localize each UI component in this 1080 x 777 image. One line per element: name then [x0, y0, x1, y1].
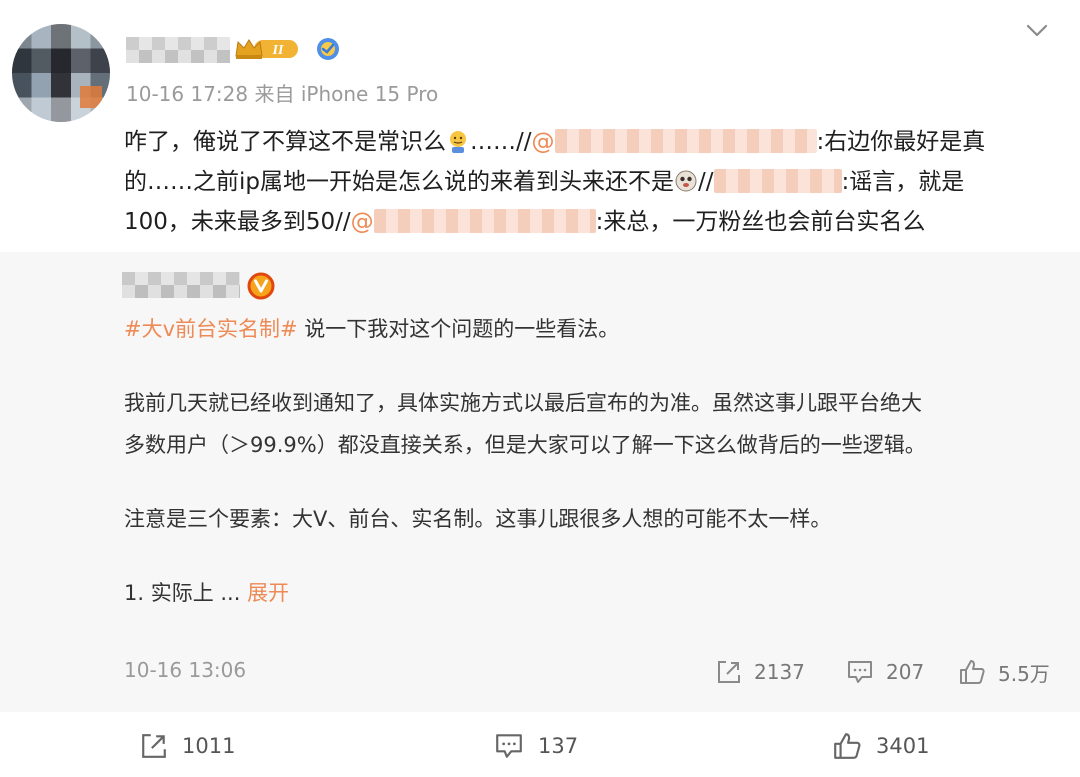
original-line: 多数用户（＞99.9%）都没直接关系，但是大家可以了解一下这么做背后的一些逻辑。: [124, 433, 926, 457]
comment-icon: [496, 734, 522, 758]
orange-v-icon: [247, 272, 275, 300]
original-repost-button[interactable]: 2137: [716, 654, 805, 690]
repost-text-segment: //: [698, 169, 714, 195]
repost-line: 咋了，俺说了不算这不是常识么 ……//@:右边你最好是真: [124, 122, 1054, 162]
emoji-doge-icon: [675, 170, 697, 192]
original-text: 1. 实际上 ...: [124, 581, 248, 605]
original-line: 我前几天就已经收到通知了，具体实施方式以最后宣布的为准。虽然这事儿跟平台绝大: [124, 391, 922, 415]
original-text: 说一下我对这个问题的一些看法。: [297, 317, 620, 341]
username-redacted[interactable]: [126, 37, 230, 63]
repost-line: 100，未来最多到50//@:来总，一万粉丝也会前台实名么: [124, 202, 1054, 242]
comment-icon: [848, 661, 872, 683]
original-line: 注意是三个要素：大V、前台、实名制。这事儿跟很多人想的可能不太一样。: [124, 507, 832, 531]
chevron-down-icon[interactable]: [1026, 24, 1048, 38]
original-line: 1. 实际上 ... 展开: [124, 572, 1054, 614]
like-button[interactable]: 3401: [832, 728, 929, 764]
vip-crown-icon[interactable]: II: [234, 37, 300, 61]
repost-icon: [142, 734, 166, 758]
original-post-card[interactable]: #大v前台实名制# 说一下我对这个问题的一些看法。 我前几天就已经收到通知了，具…: [0, 252, 1080, 712]
comment-count: 137: [538, 734, 579, 758]
avatar[interactable]: [12, 24, 110, 122]
repost-text: 咋了，俺说了不算这不是常识么 ……//@:右边你最好是真 的……之前ip属地一开始…: [124, 122, 1054, 242]
original-comment-button[interactable]: 207: [846, 654, 924, 690]
original-line: #大v前台实名制# 说一下我对这个问题的一些看法。: [124, 308, 1054, 350]
post-action-bar: 1011 137 3401: [0, 712, 1080, 777]
vip-level-text: II: [272, 43, 284, 58]
like-icon: [834, 733, 861, 759]
expand-link[interactable]: 展开: [247, 581, 289, 605]
mention-redacted[interactable]: @: [351, 209, 596, 235]
repost-text-segment: ……//: [470, 129, 532, 155]
repost-line: 的……之前ip属地一开始是怎么说的来着到头来还不是 // :谣言，就是: [124, 162, 1054, 202]
original-post-time: 10-16 13:06: [124, 658, 247, 682]
mention-redacted[interactable]: [713, 169, 842, 195]
hashtag-link[interactable]: #大v前台实名制#: [124, 317, 298, 341]
verified-icon: [317, 38, 339, 60]
like-count: 5.5万: [998, 661, 1050, 686]
repost-button[interactable]: 1011: [140, 728, 235, 764]
repost-text-segment: :谣言，就是: [841, 169, 965, 195]
original-post-body: #大v前台实名制# 说一下我对这个问题的一些看法。 我前几天就已经收到通知了，具…: [124, 308, 1054, 614]
repost-text-segment: 100，未来最多到50//: [124, 209, 351, 235]
post-header: II 10-16 17:28 来自 iPhone 15 Pro: [0, 0, 1080, 122]
repost-count: 1011: [182, 734, 236, 758]
mention-redacted[interactable]: @: [532, 129, 817, 155]
repost-icon: [718, 661, 740, 683]
repost-text-segment: :右边你最好是真: [816, 129, 986, 155]
original-author-redacted[interactable]: [122, 272, 240, 298]
repost-text-segment: 的……之前ip属地一开始是怎么说的来着到头来还不是: [124, 169, 674, 195]
repost-count: 2137: [754, 660, 805, 684]
original-like-button[interactable]: 5.5万: [958, 654, 1050, 690]
original-post-footer: 10-16 13:06 2137 207 5.5万: [124, 654, 1054, 690]
comment-count: 207: [886, 660, 925, 684]
emoji-shrug-icon: [450, 131, 466, 153]
repost-text-segment: 咋了，俺说了不算这不是常识么: [124, 129, 446, 155]
like-count: 3401: [876, 734, 930, 758]
like-icon: [960, 660, 985, 684]
repost-text-segment: :来总，一万粉丝也会前台实名么: [595, 209, 926, 235]
comment-button[interactable]: 137: [494, 728, 578, 764]
post-meta: 10-16 17:28 来自 iPhone 15 Pro: [126, 82, 439, 106]
